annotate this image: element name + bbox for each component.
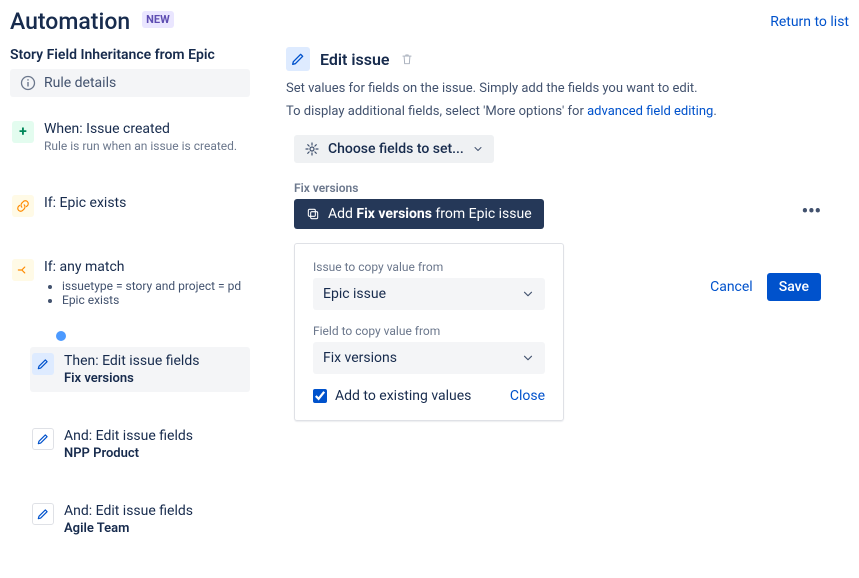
tree-and2-sub: Agile Team (64, 521, 248, 536)
tree-if-any-match[interactable]: If: any match issuetype = story and proj… (10, 253, 250, 313)
rule-sidebar: Story Field Inheritance from Epic Rule d… (10, 43, 250, 542)
link-icon (12, 195, 34, 217)
save-button[interactable]: Save (767, 273, 821, 301)
delete-icon[interactable] (400, 52, 414, 66)
tree-and-agile-team[interactable]: And: Edit issue fields Agile Team (30, 497, 250, 542)
plus-icon: + (12, 121, 34, 143)
add-existing-checkbox[interactable] (313, 389, 327, 403)
pencil-icon (32, 353, 54, 375)
new-badge: NEW (142, 11, 174, 28)
chevron-down-icon (521, 351, 535, 365)
edit-issue-title: Edit issue (320, 50, 390, 69)
info-icon (20, 75, 36, 91)
desc-line-1: Set values for fields on the issue. Simp… (286, 81, 849, 96)
pencil-icon (286, 47, 310, 71)
copy-fix-versions-pill[interactable]: Add Fix versions from Epic issue (294, 199, 544, 229)
tree-if2-bullets: issuetype = story and project = pd Epic … (62, 279, 248, 307)
tree-and-npp-product[interactable]: And: Edit issue fields NPP Product (30, 422, 250, 467)
pencil-icon (32, 503, 54, 525)
tree-when[interactable]: + When: Issue created Rule is run when a… (10, 115, 250, 159)
chevron-down-icon (521, 287, 535, 301)
tree-when-title: When: Issue created (44, 121, 248, 137)
rule-name: Story Field Inheritance from Epic (10, 43, 250, 69)
copy-value-card: Issue to copy value from Epic issue Fiel… (294, 243, 564, 421)
issue-copy-label: Issue to copy value from (313, 260, 545, 274)
header-row: Automation NEW Return to list (10, 8, 849, 43)
actions-row: Cancel Save (710, 273, 821, 301)
tree-if1-title: If: Epic exists (44, 195, 248, 211)
desc-line-2: To display additional fields, select 'Mo… (286, 104, 849, 119)
tree-if2-bullet-0: issuetype = story and project = pd (62, 279, 248, 293)
tree-then-fix-versions[interactable]: Then: Edit issue fields Fix versions (30, 347, 250, 392)
add-existing-label: Add to existing values (335, 388, 471, 404)
tree-and2-title: And: Edit issue fields (64, 503, 248, 519)
return-to-list-link[interactable]: Return to list (770, 14, 849, 30)
tree-then1-title: Then: Edit issue fields (64, 353, 248, 369)
page-title: Automation NEW (10, 8, 174, 35)
field-copy-value: Fix versions (323, 350, 397, 366)
issue-copy-select[interactable]: Epic issue (313, 278, 545, 310)
rule-details[interactable]: Rule details (10, 69, 250, 97)
pencil-icon (32, 428, 54, 450)
branch-icon (12, 259, 34, 281)
detail-panel: Edit issue Set values for fields on the … (250, 43, 849, 542)
pill-text: Add Fix versions from Epic issue (328, 206, 532, 222)
issue-copy-value: Epic issue (323, 286, 386, 302)
tree-then1-sub: Fix versions (64, 371, 248, 386)
tree-if2-bullet-1: Epic exists (62, 293, 248, 307)
desc2-prefix: To display additional fields, select 'Mo… (286, 104, 587, 119)
tree-if2-title: If: any match (44, 259, 248, 275)
close-card-link[interactable]: Close (510, 388, 545, 404)
choose-fields-label: Choose fields to set... (328, 141, 464, 157)
chevron-down-icon (472, 143, 484, 155)
tree-if-epic-exists[interactable]: If: Epic exists (10, 189, 250, 223)
tree-when-sub: Rule is run when an issue is created. (44, 139, 248, 153)
choose-fields-button[interactable]: Choose fields to set... (294, 135, 494, 163)
tree-and1-sub: NPP Product (64, 446, 248, 461)
advanced-field-editing-link[interactable]: advanced field editing (587, 104, 713, 119)
rule-details-label: Rule details (44, 75, 116, 91)
more-actions-icon[interactable]: ••• (802, 201, 821, 222)
fix-versions-field-label: Fix versions (294, 181, 849, 195)
copy-icon (306, 207, 320, 221)
page-title-text: Automation (10, 8, 130, 35)
add-existing-checkbox-row[interactable]: Add to existing values (313, 388, 471, 404)
gear-icon (304, 141, 320, 157)
insert-dot[interactable] (56, 331, 66, 341)
field-copy-label: Field to copy value from (313, 324, 545, 338)
cancel-button[interactable]: Cancel (710, 279, 753, 295)
tree-and1-title: And: Edit issue fields (64, 428, 248, 444)
field-copy-select[interactable]: Fix versions (313, 342, 545, 374)
